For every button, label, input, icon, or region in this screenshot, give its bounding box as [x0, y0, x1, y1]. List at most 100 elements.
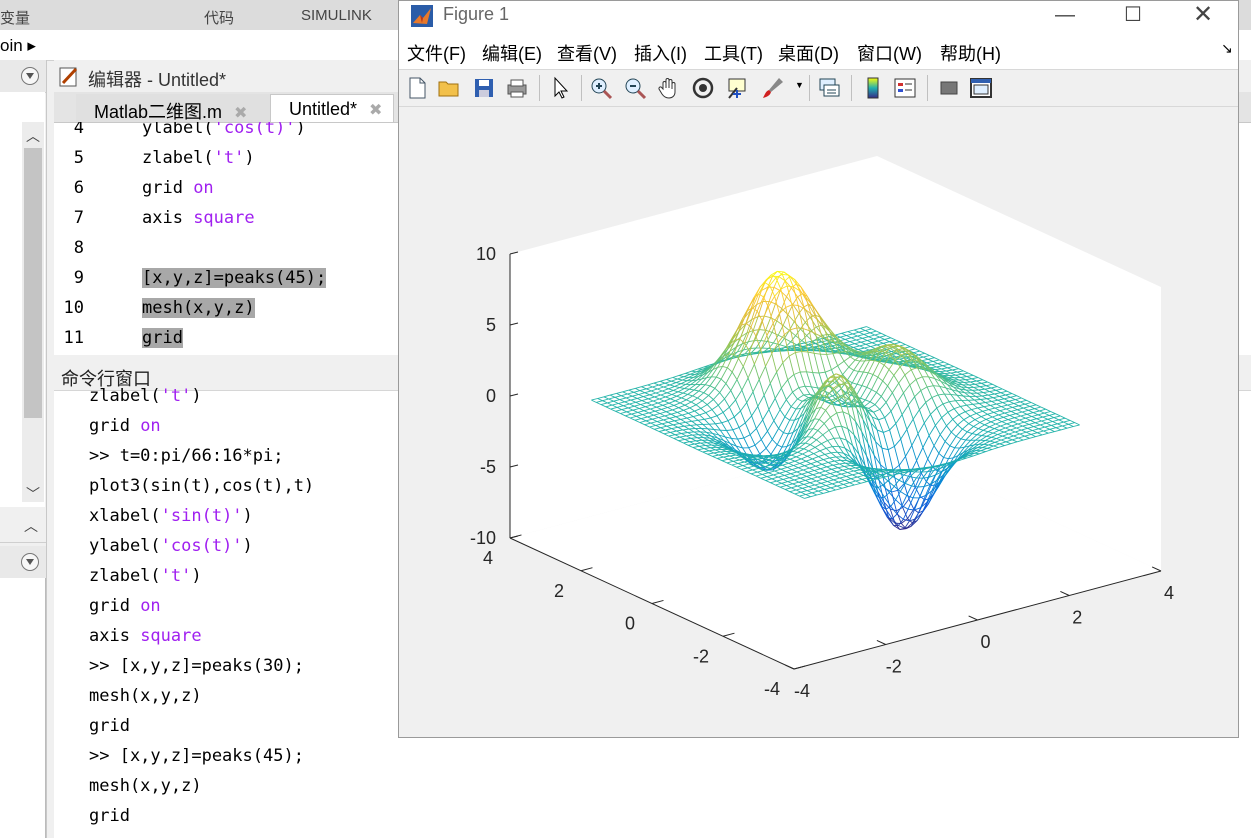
figure-window[interactable]: Figure 1 — ☐ ✕ 文件(F) 编辑(E) 查看(V) 插入(I) 工… — [398, 0, 1239, 738]
chevron-up-icon[interactable]: ︿ — [26, 126, 40, 146]
panel-header-top — [0, 60, 46, 93]
command-line: grid on — [89, 416, 161, 436]
rotate-icon[interactable] — [691, 76, 715, 100]
mesh-segment — [801, 350, 808, 353]
mesh-plot[interactable]: -4-2024-4-2024-10-50510 — [399, 105, 1238, 737]
code-string: 'sin(t)' — [160, 506, 243, 526]
brush-dropdown-icon[interactable]: ▼ — [795, 80, 804, 90]
tab-label: Matlab二维图.m — [94, 102, 223, 122]
data-cursor-icon[interactable] — [725, 76, 749, 100]
line-number: 10 — [63, 298, 84, 318]
code-line[interactable]: ylabel('cos(t)') — [142, 122, 306, 138]
mesh-segment — [864, 359, 870, 362]
legend-icon[interactable] — [893, 76, 917, 100]
mesh-segment — [794, 349, 800, 351]
colorbar-icon[interactable] — [861, 76, 885, 100]
save-icon[interactable] — [472, 76, 496, 100]
new-figure-icon[interactable] — [405, 76, 429, 100]
mesh-segment — [691, 370, 697, 373]
code-keyword: square — [193, 208, 255, 228]
mesh-segment — [768, 347, 775, 350]
menu-tools[interactable]: 工具(T) — [704, 40, 763, 66]
minimize-icon[interactable]: — — [1031, 1, 1099, 33]
command-line: >> [x,y,z]=peaks(30); — [89, 656, 304, 676]
command-line: mesh(x,y,z) — [89, 686, 202, 706]
menu-help[interactable]: 帮助(H) — [940, 40, 1001, 66]
z-tick-label: -5 — [480, 457, 496, 477]
menu-file[interactable]: 文件(F) — [407, 40, 466, 66]
line-number: 4 — [73, 122, 84, 138]
mesh-segment — [688, 428, 696, 430]
tab-matlab2d[interactable]: Matlab二维图.m ✖ — [76, 94, 272, 122]
figure-titlebar[interactable]: Figure 1 — ☐ ✕ — [399, 1, 1238, 33]
brush-icon[interactable] — [761, 76, 785, 100]
code-keyword: square — [140, 626, 202, 646]
mesh-segment — [842, 353, 848, 355]
y-tick-label: 0 — [625, 614, 635, 634]
close-icon[interactable]: ✕ — [1169, 1, 1237, 33]
command-line: grid — [89, 716, 130, 736]
menu-window[interactable]: 窗口(W) — [857, 40, 922, 66]
mesh-segment — [888, 343, 894, 346]
path-fragment[interactable]: oin ▸ — [0, 36, 36, 56]
hide-plot-tools-icon[interactable] — [937, 76, 961, 100]
toolbar-separator — [851, 75, 852, 101]
menu-edit[interactable]: 编辑(E) — [482, 40, 542, 66]
dock-arrow-icon[interactable]: ↘ — [1221, 40, 1233, 57]
code-line[interactable]: zlabel('t') — [142, 148, 255, 168]
mesh-segment — [687, 431, 694, 433]
command-line: zlabel('t') — [89, 566, 202, 586]
command-line: mesh(x,y,z) — [89, 776, 202, 796]
line-number: 6 — [73, 178, 84, 198]
menu-insert[interactable]: 插入(I) — [634, 40, 687, 66]
tab-code[interactable]: 代码 — [204, 7, 234, 28]
zoom-in-icon[interactable] — [589, 76, 613, 100]
code-line[interactable]: grid on — [142, 178, 214, 198]
chevron-up-icon[interactable]: ︿ — [24, 516, 38, 536]
mesh-segment — [692, 379, 697, 382]
zoom-out-icon[interactable] — [623, 76, 647, 100]
chevron-down-icon[interactable]: ﹀ — [26, 484, 40, 504]
mesh-segment — [933, 385, 940, 387]
mesh-segment — [983, 443, 989, 446]
mesh-segment — [796, 327, 804, 329]
axes-back — [510, 156, 1161, 669]
toolbar-separator — [809, 75, 810, 101]
tab-variable[interactable]: 变量 — [0, 7, 30, 28]
code-line-selected[interactable]: [x,y,z]=peaks(45); — [142, 268, 327, 288]
pointer-icon[interactable] — [549, 76, 573, 100]
open-icon[interactable] — [437, 76, 461, 100]
tab-simulink[interactable]: SIMULINK — [301, 7, 372, 24]
scroll-thumb[interactable] — [24, 148, 42, 418]
y-tick-label: 2 — [554, 581, 564, 601]
maximize-icon[interactable]: ☐ — [1099, 1, 1167, 33]
toolbar-separator — [539, 75, 540, 101]
x-tick-label: 2 — [1072, 608, 1082, 628]
mesh-segment — [814, 418, 820, 420]
mesh-segment — [830, 451, 838, 454]
code-line-selected[interactable]: mesh(x,y,z) — [142, 298, 255, 318]
mesh-segment — [974, 443, 979, 446]
link-icon[interactable] — [817, 76, 841, 100]
command-line: grid on — [89, 596, 161, 616]
code-line-selected[interactable]: grid — [142, 328, 183, 348]
code-line[interactable]: axis square — [142, 208, 255, 228]
panel-menu-icon[interactable] — [21, 67, 39, 85]
close-icon[interactable]: ✖ — [369, 102, 382, 119]
mesh-segment — [931, 484, 937, 486]
menu-desktop[interactable]: 桌面(D) — [778, 40, 839, 66]
print-icon[interactable] — [505, 76, 529, 100]
code-keyword: on — [140, 596, 161, 616]
tab-untitled[interactable]: Untitled* ✖ — [270, 94, 394, 122]
code-string: 'cos(t)' — [213, 122, 296, 138]
panel-header-workspace — [0, 546, 46, 579]
figure-menubar: 文件(F) 编辑(E) 查看(V) 插入(I) 工具(T) 桌面(D) 窗口(W… — [399, 33, 1238, 69]
panel-menu-icon[interactable] — [21, 553, 39, 571]
line-number: 11 — [63, 328, 84, 348]
menu-view[interactable]: 查看(V) — [557, 40, 617, 66]
close-icon[interactable]: ✖ — [234, 105, 247, 122]
y-tick-label: -4 — [764, 679, 780, 699]
panel-scrollbar[interactable]: ︿ ﹀ — [22, 122, 44, 502]
pan-icon[interactable] — [657, 76, 681, 100]
show-plot-tools-icon[interactable] — [969, 76, 993, 100]
